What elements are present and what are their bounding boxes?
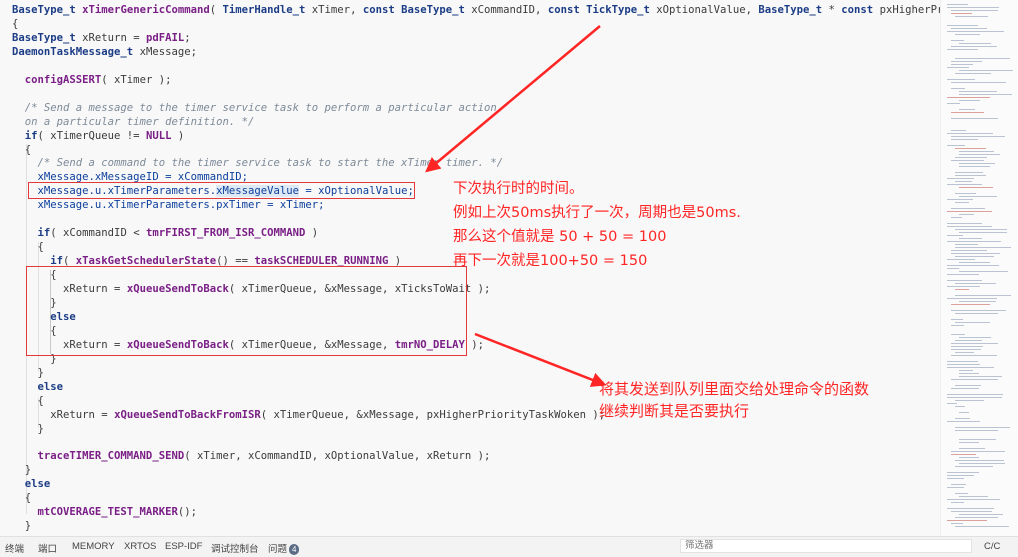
- annotation-line: 那么这个值就是 50 + 50 = 100: [453, 229, 667, 245]
- problems-count-badge: 4: [289, 544, 300, 555]
- annotation-line: 再下一次就是100+50 = 150: [453, 253, 648, 269]
- filter-input[interactable]: [680, 539, 972, 553]
- tab-esp-idf[interactable]: ESP-IDF: [165, 541, 202, 552]
- tab-problems[interactable]: 问题 4: [268, 541, 300, 555]
- annotation-arrows: [425, 25, 607, 387]
- annotation-next-exec-time: 下次执行时的时间。 例如上次50ms执行了一次，周期也是50ms. 那么这个值就…: [453, 177, 741, 273]
- tab-xrtos[interactable]: XRTOS: [124, 541, 156, 552]
- annotation-line: 将其发送到队列里面交给处理命令的函数: [599, 380, 870, 398]
- bottom-panel-bar: 终端 端口 MEMORY XRTOS ESP-IDF 调试控制台 问题4 C/C: [0, 536, 1018, 557]
- tab-debug-console[interactable]: 调试控制台: [211, 541, 259, 555]
- tab-memory[interactable]: MEMORY: [72, 541, 115, 552]
- language-mode[interactable]: C/C: [984, 541, 1000, 552]
- arrow-to-queue-send: [474, 332, 607, 387]
- annotation-line: 例如上次50ms执行了一次，周期也是50ms.: [453, 205, 741, 221]
- arrow-to-xmessagevalue: [425, 25, 601, 173]
- annotation-line: 下次执行时的时间。: [453, 181, 584, 197]
- annotation-line: 继续判断其是否要执行: [599, 402, 750, 420]
- tab-ports[interactable]: 端口: [38, 541, 57, 555]
- tab-terminal[interactable]: 终端: [5, 541, 24, 555]
- annotation-send-to-queue: 将其发送到队列里面交给处理命令的函数 继续判断其是否要执行: [599, 378, 869, 422]
